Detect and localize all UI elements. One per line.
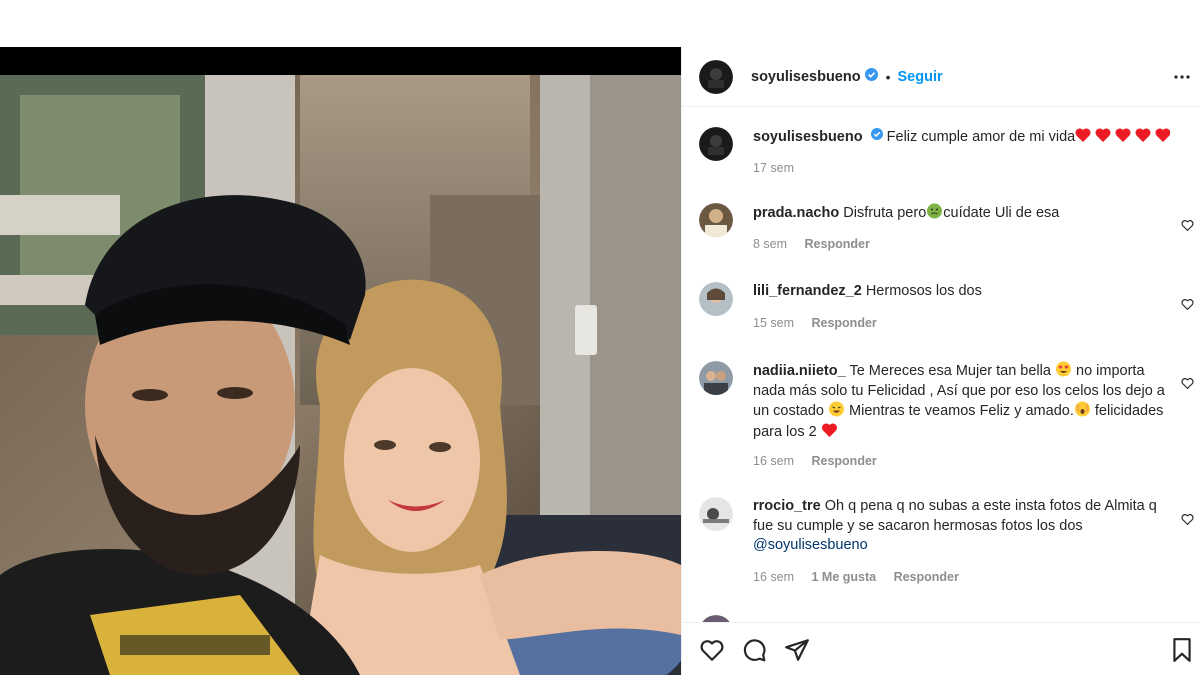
caption-meta: 17 sem	[753, 161, 808, 175]
comment-like-icon[interactable]	[1181, 513, 1194, 526]
more-options-icon[interactable]	[1173, 68, 1191, 86]
comment-like-icon[interactable]	[1181, 298, 1194, 311]
header-separator: •	[885, 68, 891, 85]
post-header: soyulisesbueno • Seguir	[682, 47, 1200, 107]
comment-item: nadiia.niieto_ Te Mereces esa Mujer tan …	[699, 361, 1194, 481]
face-emoji-icon	[1074, 401, 1091, 419]
nauseated-emoji-icon	[926, 203, 943, 221]
verified-badge-icon	[864, 67, 878, 86]
post-media[interactable]	[0, 47, 681, 675]
heart-emoji-row	[1075, 128, 1171, 145]
comment-item: prada.nacho Disfruta pero cuídate Uli de …	[699, 203, 1194, 263]
comment-likes-count[interactable]: 1 Me gusta	[811, 570, 876, 584]
commenter-avatar[interactable]	[699, 203, 733, 237]
comment-username[interactable]: prada.nacho	[753, 205, 839, 221]
comment-timestamp[interactable]: 16 sem	[753, 454, 794, 468]
post-photo	[0, 75, 681, 675]
reply-button[interactable]: Responder	[894, 570, 959, 584]
comment-icon[interactable]	[741, 637, 767, 663]
laughing-emoji-icon	[828, 401, 845, 419]
comment-meta: 16 sem Responder	[753, 454, 891, 468]
caption-body: soyulisesbueno Feliz cumple amor de mi v…	[753, 127, 1173, 148]
comment-text: Hermosos los dos	[865, 283, 982, 299]
comment-text: Te Mereces esa Mujer tan bella	[849, 363, 1051, 379]
commenter-avatar[interactable]	[699, 615, 733, 622]
post-side-panel: soyulisesbueno • Seguir soyulisesbueno F…	[681, 47, 1200, 675]
post-caption: soyulisesbueno Feliz cumple amor de mi v…	[699, 127, 1194, 187]
comment-timestamp[interactable]: 16 sem	[753, 570, 794, 584]
share-icon[interactable]	[784, 637, 810, 663]
comment-item-partial	[699, 615, 1194, 622]
caption-text: Feliz cumple amor de mi vida	[886, 129, 1076, 145]
heart-eyes-emoji-icon	[1055, 361, 1072, 379]
reply-button[interactable]: Responder	[811, 454, 876, 468]
post-actions-bar	[682, 622, 1200, 675]
author-username[interactable]: soyulisesbueno	[751, 69, 861, 85]
caption-timestamp[interactable]: 17 sem	[753, 161, 794, 175]
mention-link[interactable]: @soyulisesbueno	[753, 537, 868, 553]
comment-body: prada.nacho Disfruta pero cuídate Uli de …	[753, 203, 1173, 224]
commenter-avatar[interactable]	[699, 361, 733, 395]
heart-icon[interactable]	[699, 637, 725, 663]
caption-avatar[interactable]	[699, 127, 733, 161]
comment-item: rrocio_tre Oh q pena q no subas a este i…	[699, 497, 1194, 597]
reply-button[interactable]: Responder	[811, 316, 876, 330]
comment-like-icon[interactable]	[1181, 377, 1194, 390]
comment-timestamp[interactable]: 15 sem	[753, 316, 794, 330]
comment-timestamp[interactable]: 8 sem	[753, 237, 787, 251]
caption-username[interactable]: soyulisesbueno	[753, 129, 863, 145]
comment-text: Disfruta pero	[843, 205, 927, 221]
author-avatar[interactable]	[699, 59, 733, 94]
red-heart-emoji-icon	[821, 422, 838, 440]
commenter-avatar[interactable]	[699, 282, 733, 316]
verified-badge-icon	[870, 127, 883, 147]
commenter-avatar[interactable]	[699, 497, 733, 531]
bookmark-icon[interactable]	[1169, 637, 1195, 663]
comment-meta: 8 sem Responder	[753, 237, 884, 251]
comment-text-3: Mientras te veamos Feliz y amado.	[849, 403, 1074, 419]
comment-like-icon[interactable]	[1181, 219, 1194, 232]
comment-item: lili_fernandez_2 Hermosos los dos 15 sem…	[699, 282, 1194, 342]
comment-body: rrocio_tre Oh q pena q no subas a este i…	[753, 497, 1173, 556]
follow-button[interactable]: Seguir	[898, 69, 943, 85]
comment-username[interactable]: lili_fernandez_2	[753, 283, 862, 299]
reply-button[interactable]: Responder	[805, 237, 870, 251]
comment-username[interactable]: rrocio_tre	[753, 498, 821, 514]
comment-body: lili_fernandez_2 Hermosos los dos	[753, 282, 1173, 302]
comment-meta: 16 sem 1 Me gusta Responder	[753, 570, 973, 584]
media-letterbox	[0, 47, 681, 75]
comment-text-2: cuídate Uli de esa	[943, 205, 1060, 221]
comment-body: nadiia.niieto_ Te Mereces esa Mujer tan …	[753, 361, 1173, 442]
comments-list[interactable]: soyulisesbueno Feliz cumple amor de mi v…	[682, 107, 1200, 622]
comment-username[interactable]: nadiia.niieto_	[753, 363, 846, 379]
comment-meta: 15 sem Responder	[753, 316, 891, 330]
